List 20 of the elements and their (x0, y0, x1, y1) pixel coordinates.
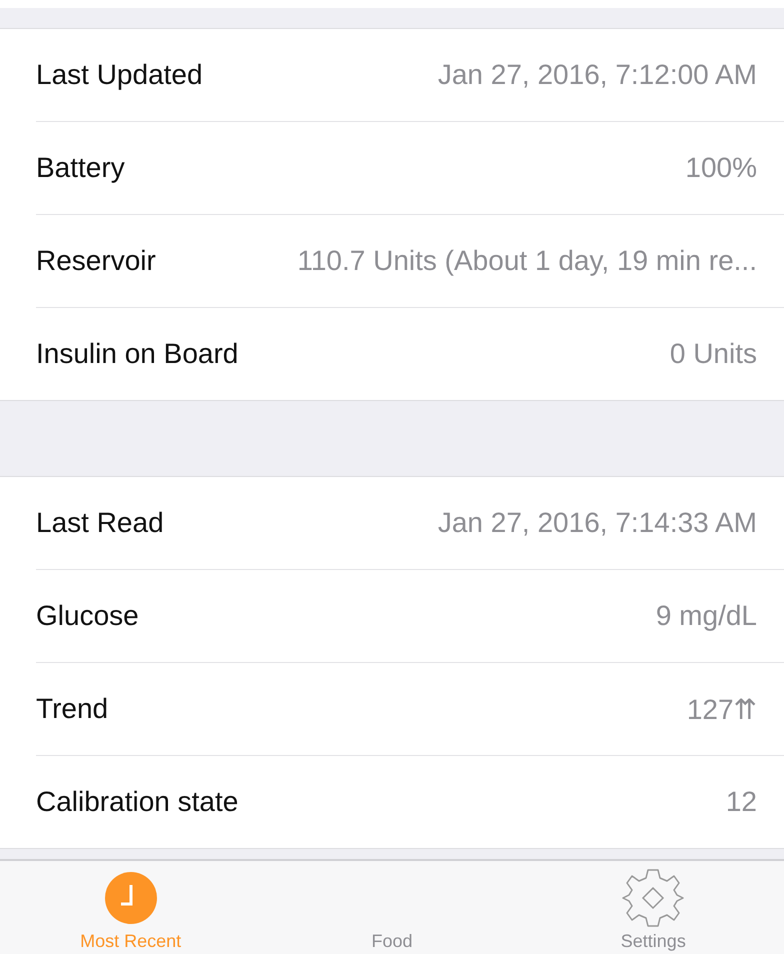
row-value: 100% (685, 152, 757, 184)
row-value: 0 Units (670, 338, 757, 370)
row-value: Jan 27, 2016, 7:12:00 AM (438, 59, 757, 91)
tab[interactable]: Food (292, 861, 492, 954)
clock-icon (104, 871, 158, 925)
row-value: 9 mg/dL (656, 600, 757, 632)
row-label: Last Updated (36, 59, 203, 91)
tab[interactable]: Settings (553, 861, 754, 954)
tab[interactable]: Most Recent (30, 861, 231, 954)
row-label: Glucose (36, 600, 139, 632)
row-value: Jan 27, 2016, 7:14:33 AM (438, 507, 757, 539)
row-value: 110.7 Units (About 1 day, 19 min re... (297, 245, 757, 277)
row-label: Battery (36, 152, 125, 184)
row-label: Calibration state (36, 786, 238, 818)
row-label: Last Read (36, 507, 164, 539)
row-value: 127⇈ (686, 692, 757, 726)
row-label: Reservoir (36, 245, 156, 277)
row-label: Trend (36, 693, 108, 725)
row-value: 12 (726, 786, 757, 818)
row-label: Insulin on Board (36, 338, 238, 370)
